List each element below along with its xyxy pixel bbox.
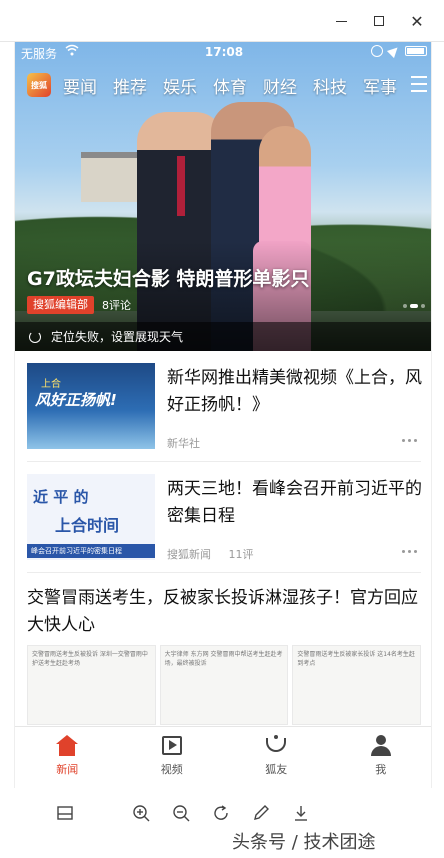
- app-logo[interactable]: 搜狐: [27, 73, 51, 97]
- news-feed: 上合 风好正扬帆! 新华网推出精美微视频《上合，风好正扬帆！》 新华社 近 平 …: [15, 351, 431, 733]
- news-thumbnail: 上合 风好正扬帆!: [27, 363, 155, 449]
- fit-screen-icon[interactable]: [56, 804, 74, 822]
- minimize-button[interactable]: [328, 10, 354, 32]
- channel-tab-caijing[interactable]: 财经: [263, 73, 313, 98]
- rotate-icon[interactable]: [212, 804, 230, 822]
- status-time: 17:08: [204, 45, 244, 59]
- maximize-icon: [374, 16, 384, 26]
- weather-bar[interactable]: 定位失败，设置展现天气: [15, 322, 431, 351]
- carousel-dot-active: [410, 304, 418, 308]
- hero-title[interactable]: G7政坛夫妇合影 特朗普形单影只: [27, 264, 309, 291]
- tab-label: 狐友: [265, 763, 288, 776]
- window-titlebar: ✕: [0, 0, 444, 42]
- channel-tab-junshi[interactable]: 军事: [363, 73, 413, 98]
- orientation-lock-icon: [371, 45, 383, 57]
- news-title: 两天三地！看峰会召开前习近平的密集日程: [167, 479, 422, 526]
- channel-tab-tiyu[interactable]: 体育: [213, 73, 263, 98]
- thumbnail-caption: 风好正扬帆!: [35, 391, 117, 409]
- thumbnail-banner: 峰会召开前习近平的密集日程: [27, 544, 155, 558]
- thumbnail-caption-line2: 上合时间: [55, 516, 120, 535]
- more-options-icon[interactable]: [402, 439, 417, 442]
- more-options-icon[interactable]: [402, 550, 417, 553]
- tab-news[interactable]: 新闻: [15, 727, 120, 788]
- news-source: 搜狐新闻: [167, 548, 211, 561]
- close-icon: ✕: [410, 11, 424, 31]
- home-icon: [55, 735, 79, 757]
- tab-video[interactable]: 视频: [120, 727, 225, 788]
- news-thumbnail: 近 平 的 上合时间 峰会召开前习近平的密集日程: [27, 474, 155, 560]
- location-arrow-icon: [386, 43, 402, 59]
- watermark-text: 头条号 / 技术团途: [232, 832, 376, 853]
- carousel-dot: [403, 304, 407, 308]
- tab-label: 新闻: [56, 763, 79, 776]
- battery-icon: [405, 46, 427, 56]
- news-item[interactable]: 上合 风好正扬帆! 新华网推出精美微视频《上合，风好正扬帆！》 新华社: [27, 351, 422, 462]
- close-button[interactable]: ✕: [404, 10, 430, 32]
- hero-comment-count: 8评论: [102, 299, 131, 312]
- news-item[interactable]: 近 平 的 上合时间 峰会召开前习近平的密集日程 两天三地！看峰会召开前习近平的…: [27, 462, 422, 573]
- news-title: 新华网推出精美微视频《上合，风好正扬帆！》: [167, 368, 422, 415]
- zoom-in-icon[interactable]: [132, 804, 150, 822]
- edit-icon[interactable]: [252, 804, 270, 822]
- news-comment-count: 11评: [228, 548, 254, 561]
- news-image: 交警冒雨送考生反被家长投诉 这14名考生赶到考点: [292, 645, 422, 725]
- news-source: 新华社: [167, 437, 200, 450]
- tab-label: 我: [375, 763, 387, 776]
- maximize-button[interactable]: [366, 10, 392, 32]
- menu-icon[interactable]: [411, 76, 427, 92]
- carousel-indicator: [403, 304, 425, 308]
- channel-nav: 搜狐 要闻 推荐 娱乐 体育 财经 科技 军事: [15, 68, 431, 102]
- profile-icon: [369, 735, 393, 757]
- zoom-out-icon[interactable]: [172, 804, 190, 822]
- refresh-icon: [29, 330, 41, 343]
- hero-source-badge: 搜狐编辑部: [27, 296, 94, 314]
- thumbnail-caption-line1: 近 平 的: [33, 488, 89, 506]
- status-bar: 无服务 17:08: [15, 42, 431, 64]
- news-image: 大宇律师 东方网 交警冒雨中帮送考生赶赴考场，最终被投诉: [159, 645, 289, 725]
- news-title: 交警冒雨送考生，反被家长投诉淋湿孩子！官方回应大快人心: [27, 588, 418, 635]
- video-icon: [160, 735, 184, 757]
- news-image: 交警冒雨送考生反被投诉 深圳一交警冒雨中护送考生赶赴考场: [27, 645, 156, 725]
- news-item-multi-image[interactable]: 交警冒雨送考生，反被家长投诉淋湿孩子！官方回应大快人心 交警冒雨送考生反被投诉 …: [27, 573, 422, 733]
- channel-tab-yaowen[interactable]: 要闻: [63, 73, 113, 98]
- carousel-dot: [421, 304, 425, 308]
- channel-list: 要闻 推荐 娱乐 体育 财经 科技 军事: [63, 73, 413, 98]
- download-icon[interactable]: [292, 804, 310, 822]
- bottom-tab-bar: 新闻 视频 狐友 我: [15, 726, 432, 788]
- phone-screen: 无服务 17:08 搜狐 要闻 推荐 娱乐 体育 财经 科技 军事 G7政坛夫妇…: [14, 42, 432, 788]
- tab-fox-friends[interactable]: 狐友: [224, 727, 329, 788]
- minimize-icon: [335, 20, 347, 22]
- news-image-strip: 交警冒雨送考生反被投诉 深圳一交警冒雨中护送考生赶赴考场 大宇律师 东方网 交警…: [27, 645, 422, 725]
- weather-text: 定位失败，设置展现天气: [51, 330, 184, 344]
- channel-tab-yule[interactable]: 娱乐: [163, 73, 213, 98]
- fox-friend-icon: [264, 735, 288, 757]
- thumbnail-caption-top: 上合: [41, 379, 61, 390]
- tab-label: 视频: [160, 763, 183, 776]
- tab-me[interactable]: 我: [329, 727, 432, 788]
- news-meta: 搜狐新闻 11评: [167, 546, 253, 562]
- hero-banner[interactable]: 无服务 17:08 搜狐 要闻 推荐 娱乐 体育 财经 科技 军事 G7政坛夫妇…: [15, 42, 431, 351]
- channel-tab-keji[interactable]: 科技: [313, 73, 363, 98]
- channel-tab-tuijian[interactable]: 推荐: [113, 73, 163, 98]
